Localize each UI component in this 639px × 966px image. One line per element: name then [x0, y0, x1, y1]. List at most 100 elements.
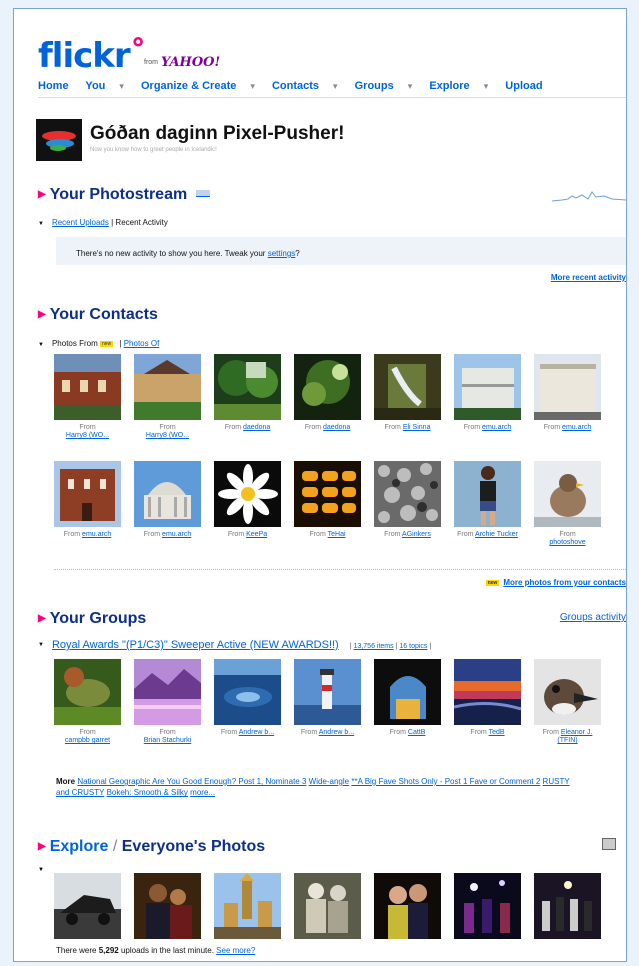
explore-title[interactable]: Explore	[50, 838, 109, 855]
contacts-title[interactable]: Your Contacts	[50, 306, 158, 323]
contact-link[interactable]: Eli Sinna	[403, 424, 431, 431]
groups-title[interactable]: Your Groups	[50, 610, 147, 627]
more-recent-activity-link[interactable]: More recent activity	[551, 273, 626, 282]
photo-caption: From CattB	[374, 729, 441, 737]
see-more-link[interactable]: See more?	[216, 946, 255, 955]
tab-recent-activity[interactable]: Recent Activity	[115, 218, 167, 227]
photo-thumbnail[interactable]	[54, 873, 121, 939]
contact-link[interactable]: emu.arch	[482, 424, 511, 431]
contact-link[interactable]: daedona	[243, 424, 270, 431]
settings-link[interactable]: settings	[268, 249, 296, 258]
nav-home[interactable]: Home	[38, 80, 69, 92]
group-items-link[interactable]: 13,756 items	[354, 643, 394, 650]
nav-upload[interactable]: Upload	[505, 80, 542, 92]
photo-thumbnail[interactable]	[54, 659, 121, 725]
group-member-link[interactable]: campbb garret	[65, 737, 110, 744]
group-member-link[interactable]: Andrew b...	[239, 729, 274, 736]
photo-thumbnail[interactable]	[134, 461, 201, 527]
more-group-link[interactable]: National Geographic Are You Good Enough?…	[77, 777, 306, 786]
photo-thumbnail[interactable]	[134, 354, 201, 420]
tab-photos-of[interactable]: Photos Of	[124, 339, 160, 348]
contact-link[interactable]: AGinkers	[402, 531, 431, 538]
chevron-down-icon[interactable]: ▾	[333, 81, 338, 91]
photo-thumbnail[interactable]	[374, 659, 441, 725]
photostream-title[interactable]: Your Photostream	[50, 186, 188, 203]
photo-tile: From AGinkers	[374, 461, 441, 548]
nav-contacts[interactable]: Contacts	[272, 80, 319, 92]
chevron-down-icon[interactable]: ▾	[484, 81, 489, 91]
nav-organize[interactable]: Organize & Create	[141, 80, 236, 92]
group-topics-link[interactable]: 16 topics	[399, 643, 427, 650]
group-member-link[interactable]: Eleanor J. (TFIN)	[557, 729, 592, 744]
more-groups-overflow-link[interactable]: more...	[190, 788, 215, 797]
more-contact-photos-link[interactable]: new More photos from your contacts	[485, 578, 626, 587]
contact-link[interactable]: emu.arch	[82, 531, 111, 538]
photo-tile	[534, 873, 601, 939]
tab-recent-uploads[interactable]: Recent Uploads	[52, 218, 109, 227]
photo-thumbnail[interactable]	[294, 461, 361, 527]
chevron-down-icon[interactable]: ▾	[119, 81, 124, 91]
photo-thumbnail[interactable]	[534, 659, 601, 725]
photo-thumbnail[interactable]	[214, 354, 281, 420]
photo-thumbnail[interactable]	[54, 354, 121, 420]
photo-caption: From daedona	[294, 424, 361, 432]
contact-link[interactable]: Harry8 (WO...	[66, 432, 109, 439]
from-label: from	[144, 59, 158, 66]
photo-thumbnail[interactable]	[54, 461, 121, 527]
contact-link[interactable]: daedona	[323, 424, 350, 431]
groups-activity-link[interactable]: Groups activity	[560, 612, 626, 623]
photo-thumbnail[interactable]	[134, 873, 201, 939]
contact-link[interactable]: emu.arch	[162, 531, 191, 538]
rss-icon[interactable]	[195, 190, 210, 197]
nav-you[interactable]: You	[85, 80, 105, 92]
photo-thumbnail[interactable]	[294, 659, 361, 725]
more-group-link[interactable]: Wide-angle	[309, 777, 349, 786]
photo-thumbnail[interactable]	[454, 461, 521, 527]
contact-link[interactable]: photoshove	[549, 539, 585, 546]
nav-groups[interactable]: Groups	[355, 80, 394, 92]
flickr-logo[interactable]: flickr˚	[38, 39, 147, 73]
photo-thumbnail[interactable]	[294, 873, 361, 939]
nav-explore[interactable]: Explore	[429, 80, 469, 92]
group-name-link[interactable]: Royal Awards "(P1/C3)" Sweeper Active (N…	[52, 639, 339, 651]
group-member-link[interactable]: Brian Stachurki	[144, 737, 191, 744]
photo-thumbnail[interactable]	[534, 461, 601, 527]
contact-link[interactable]: Harry8 (WO...	[146, 432, 189, 439]
tab-separator: |	[119, 339, 122, 348]
photo-thumbnail[interactable]	[454, 873, 521, 939]
photo-thumbnail[interactable]	[214, 461, 281, 527]
photo-thumbnail[interactable]	[374, 354, 441, 420]
everyones-photos-title[interactable]: Everyone's Photos	[122, 838, 265, 855]
contact-link[interactable]: KeePa	[246, 531, 267, 538]
photo-thumbnail[interactable]	[294, 354, 361, 420]
triangle-down-icon: ▼	[38, 221, 44, 227]
slideshow-icon[interactable]	[602, 838, 616, 850]
photo-caption: From TeHai	[294, 531, 361, 539]
buddy-icon[interactable]	[36, 119, 82, 161]
photo-thumbnail[interactable]	[134, 659, 201, 725]
photo-tile	[294, 873, 361, 939]
photo-thumbnail[interactable]	[454, 659, 521, 725]
photo-thumbnail[interactable]	[534, 873, 601, 939]
photo-thumbnail[interactable]	[374, 461, 441, 527]
chevron-down-icon[interactable]: ▾	[250, 81, 255, 91]
photo-thumbnail[interactable]	[214, 873, 281, 939]
photo-tile	[454, 873, 521, 939]
group-member-link[interactable]: CattB	[408, 729, 426, 736]
photo-thumbnail[interactable]	[534, 354, 601, 420]
group-member-link[interactable]: TedB	[489, 729, 505, 736]
contact-link[interactable]: emu.arch	[562, 424, 591, 431]
photo-thumbnail[interactable]	[454, 354, 521, 420]
group-member-link[interactable]: Andrew b...	[319, 729, 354, 736]
more-group-link[interactable]: **A Big Fave Shots Only - Post 1 Fave or…	[351, 777, 540, 786]
groups-row: From campbb garret From Brian Stachurki Fr…	[54, 659, 601, 746]
photo-thumbnail[interactable]	[374, 873, 441, 939]
contact-link[interactable]: TeHai	[328, 531, 346, 538]
more-group-link[interactable]: Bokeh: Smooth & Silky	[107, 788, 188, 797]
tab-photos-from[interactable]: Photos From	[52, 339, 98, 348]
photo-caption: From campbb garret	[54, 729, 121, 746]
contact-link[interactable]: Archie Tucker	[475, 531, 518, 538]
photo-thumbnail[interactable]	[214, 659, 281, 725]
chevron-down-icon[interactable]: ▾	[408, 81, 413, 91]
tab-separator: |	[111, 218, 114, 227]
